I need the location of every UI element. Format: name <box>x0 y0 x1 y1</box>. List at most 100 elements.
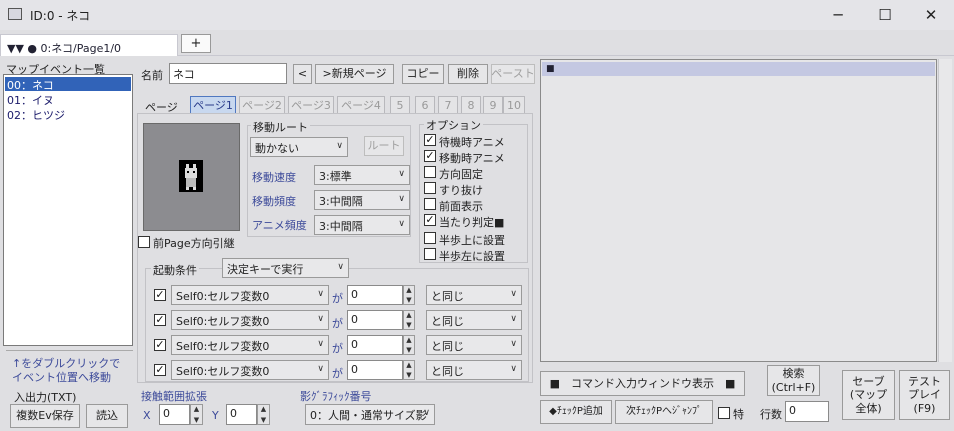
tab-active-event[interactable]: ▼▼ ● 0:ネコ/Page1/0 <box>0 34 178 56</box>
event-name-input[interactable]: ネコ <box>169 63 287 84</box>
spin-down-icon[interactable]: ▼ <box>261 416 266 424</box>
move-anim-checkbox[interactable]: ✓ <box>424 150 436 162</box>
tab-page10[interactable]: 10 <box>503 96 525 114</box>
contact-x-input[interactable]: 0 <box>159 404 190 425</box>
condition4-checkbox[interactable]: ✓ <box>154 364 166 376</box>
condition3-checkbox[interactable]: ✓ <box>154 339 166 351</box>
condition1-value-input[interactable]: 0 <box>347 285 403 305</box>
contact-y-spinner[interactable]: ▲ ▼ <box>257 404 270 425</box>
condition1-variable-select[interactable]: Self0:セルフ変数0 ∨ <box>171 285 329 305</box>
spin-down-icon[interactable]: ▼ <box>406 296 411 304</box>
trigger-select[interactable]: 決定キーで実行 ∨ <box>222 258 349 278</box>
test-play-button[interactable]: テスト プレイ (F9) <box>899 370 950 420</box>
spin-up-icon[interactable]: ▲ <box>406 286 411 294</box>
spin-up-icon[interactable]: ▲ <box>406 361 411 369</box>
spin-up-icon[interactable]: ▲ <box>194 405 199 413</box>
route-type-select[interactable]: 動かない ∨ <box>250 137 348 157</box>
spin-up-icon[interactable]: ▲ <box>261 405 266 413</box>
condition2-spinner[interactable]: ▲ ▼ <box>403 310 415 330</box>
graphic-preview[interactable] <box>143 123 240 231</box>
front-display-checkbox[interactable] <box>424 198 436 210</box>
condition2-variable-select[interactable]: Self0:セルフ変数0 ∨ <box>171 310 329 330</box>
half-step-left-checkbox[interactable] <box>424 248 436 260</box>
event-list[interactable]: 00：ネコ 01：イヌ 02：ヒツジ <box>3 74 133 346</box>
tab-page9[interactable]: 9 <box>483 96 503 114</box>
tab-page4[interactable]: ページ4 <box>337 96 385 114</box>
tab-page8[interactable]: 8 <box>461 96 481 114</box>
paste-button[interactable]: ペースト <box>491 64 535 84</box>
condition1-op-select[interactable]: と同じ ∨ <box>426 285 522 305</box>
wait-anim-checkbox[interactable]: ✓ <box>424 134 436 146</box>
spin-down-icon[interactable]: ▼ <box>406 321 411 329</box>
save-multiple-events-button[interactable]: 複数Ev保存 <box>10 404 80 428</box>
tab-page6[interactable]: 6 <box>415 96 435 114</box>
sidebar-hint-line2: イベント位置へ移動 <box>12 371 111 384</box>
list-item[interactable]: 01：イヌ <box>5 92 131 107</box>
fix-direction-checkbox[interactable] <box>424 166 436 178</box>
inherit-direction-checkbox[interactable] <box>138 236 150 248</box>
tab-page7[interactable]: 7 <box>438 96 458 114</box>
delete-button[interactable]: 削除 <box>448 64 488 84</box>
chevron-down-icon: ∨ <box>317 339 324 349</box>
route-button[interactable]: ルート <box>364 136 404 156</box>
spin-down-icon[interactable]: ▼ <box>406 371 411 379</box>
condition2-op-select[interactable]: と同じ ∨ <box>426 310 522 330</box>
add-tab-button[interactable]: + <box>181 34 211 53</box>
half-step-up-checkbox[interactable] <box>424 232 436 244</box>
command-list-scrollbar[interactable] <box>938 59 952 362</box>
spin-down-icon[interactable]: ▼ <box>406 346 411 354</box>
add-checkpoint-button[interactable]: ◆ﾁｪｯｸP追加 <box>540 400 612 424</box>
tab-page5[interactable]: 5 <box>390 96 410 114</box>
condition2-checkbox[interactable]: ✓ <box>154 314 166 326</box>
condition3-value-input[interactable]: 0 <box>347 335 403 355</box>
condition3-ga: が <box>332 342 343 355</box>
condition4-spinner[interactable]: ▲ ▼ <box>403 360 415 380</box>
condition3-spinner[interactable]: ▲ ▼ <box>403 335 415 355</box>
condition4-variable-select[interactable]: Self0:セルフ変数0 ∨ <box>171 360 329 380</box>
condition3-op-select[interactable]: と同じ ∨ <box>426 335 522 355</box>
contact-y-input[interactable]: 0 <box>226 404 257 425</box>
command-line[interactable]: ■ <box>542 62 935 76</box>
chevron-down-icon: ∨ <box>423 408 430 418</box>
minimize-icon[interactable]: ─ <box>815 0 861 30</box>
condition3-variable-select[interactable]: Self0:セルフ変数0 ∨ <box>171 335 329 355</box>
condition4-op-select[interactable]: と同じ ∨ <box>426 360 522 380</box>
list-item[interactable]: 00：ネコ <box>5 77 131 92</box>
tab-page2[interactable]: ページ2 <box>239 96 285 114</box>
pass-through-checkbox[interactable] <box>424 182 436 194</box>
search-button[interactable]: 検索 (Ctrl+F) <box>767 365 820 396</box>
speed-label: 移動速度 <box>252 171 296 184</box>
copy-button[interactable]: コピー <box>402 64 444 84</box>
speed-select[interactable]: 3:標準 ∨ <box>314 165 410 185</box>
condition1-spinner[interactable]: ▲ ▼ <box>403 285 415 305</box>
load-button[interactable]: 読込 <box>86 404 128 428</box>
spin-up-icon[interactable]: ▲ <box>406 336 411 344</box>
chevron-down-icon: ∨ <box>317 289 324 299</box>
save-map-button[interactable]: セーブ (マップ 全体) <box>842 370 895 420</box>
command-window-button[interactable]: ■ コマンド入力ウィンドウ表示 ■ <box>540 371 745 396</box>
spin-down-icon[interactable]: ▼ <box>194 416 199 424</box>
condition2-value-input[interactable]: 0 <box>347 310 403 330</box>
shadow-select[interactable]: 0：人間・通常サイズ影 ∨ <box>305 404 435 425</box>
special-checkbox[interactable] <box>718 407 730 419</box>
frequency-select[interactable]: 3:中間隔 ∨ <box>314 190 410 210</box>
new-page-button[interactable]: >新規ページ <box>315 64 394 84</box>
spin-up-icon[interactable]: ▲ <box>406 311 411 319</box>
close-icon[interactable]: ✕ <box>908 0 954 30</box>
list-item[interactable]: 02：ヒツジ <box>5 107 131 122</box>
command-list[interactable]: ■ <box>540 59 937 362</box>
condition1-checkbox[interactable]: ✓ <box>154 289 166 301</box>
wait-anim-label: 待機時アニメ <box>439 136 505 149</box>
contact-x-spinner[interactable]: ▲ ▼ <box>190 404 203 425</box>
tab-page1[interactable]: ページ1 <box>190 96 236 114</box>
next-checkpoint-button[interactable]: 次ﾁｪｯｸPへｼﾞｬﾝﾌﾟ <box>615 400 713 424</box>
collision-checkbox[interactable]: ✓ <box>424 214 436 226</box>
anim-freq-select[interactable]: 3:中間隔 ∨ <box>314 215 410 235</box>
trigger-value: 決定キーで実行 <box>227 263 304 276</box>
prev-page-button[interactable]: < <box>293 64 312 84</box>
condition4-value-input[interactable]: 0 <box>347 360 403 380</box>
line-count-input[interactable]: 0 <box>785 401 829 422</box>
pass-through-label: すり抜け <box>439 184 483 197</box>
tab-page3[interactable]: ページ3 <box>288 96 334 114</box>
maximize-icon[interactable]: ☐ <box>862 0 908 30</box>
